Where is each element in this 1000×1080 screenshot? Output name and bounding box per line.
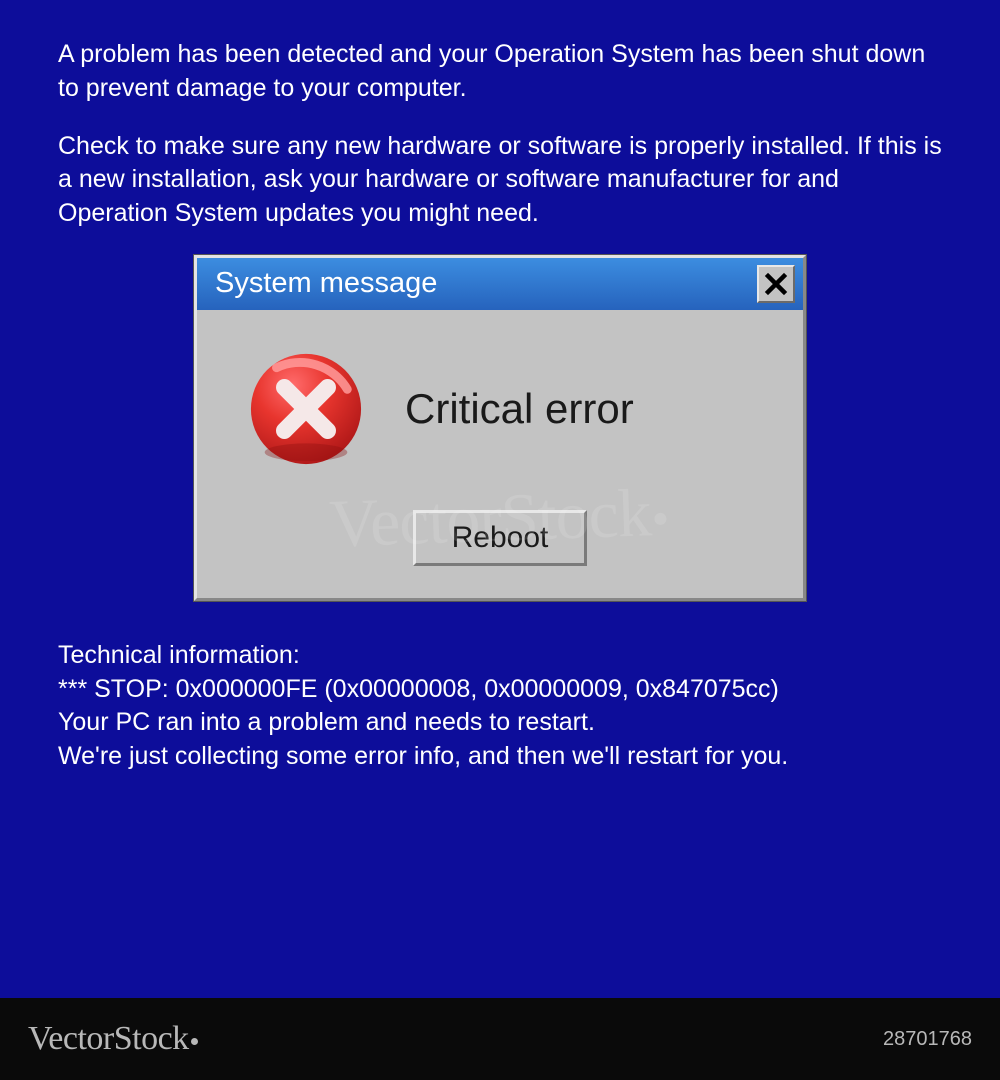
dialog-title: System message [215, 267, 437, 300]
dialog-titlebar: System message [197, 258, 803, 310]
bsod-paragraph-2: Check to make sure any new hardware or s… [58, 130, 942, 231]
technical-information: Technical information: *** STOP: 0x00000… [0, 601, 1000, 774]
watermark-id: 28701768 [883, 1028, 972, 1051]
tech-stop-code: *** STOP: 0x000000FE (0x00000008, 0x0000… [58, 673, 942, 707]
error-x-icon [247, 350, 365, 468]
tech-line-3: Your PC ran into a problem and needs to … [58, 706, 942, 740]
dialog-body: Critical error Reboot [197, 310, 803, 598]
bsod-paragraph-1: A problem has been detected and your Ope… [58, 38, 942, 106]
dialog-message: Critical error [405, 385, 634, 433]
reboot-button[interactable]: Reboot [413, 510, 588, 566]
watermark-footer: VectorStock 28701768 [0, 998, 1000, 1080]
close-icon [764, 272, 788, 296]
tech-heading: Technical information: [58, 639, 942, 673]
bsod-intro-text: A problem has been detected and your Ope… [0, 0, 1000, 231]
tech-line-4: We're just collecting some error info, a… [58, 740, 942, 774]
system-message-dialog: System message [194, 255, 806, 601]
close-button[interactable] [757, 265, 795, 303]
watermark-brand: VectorStock [28, 1020, 200, 1058]
